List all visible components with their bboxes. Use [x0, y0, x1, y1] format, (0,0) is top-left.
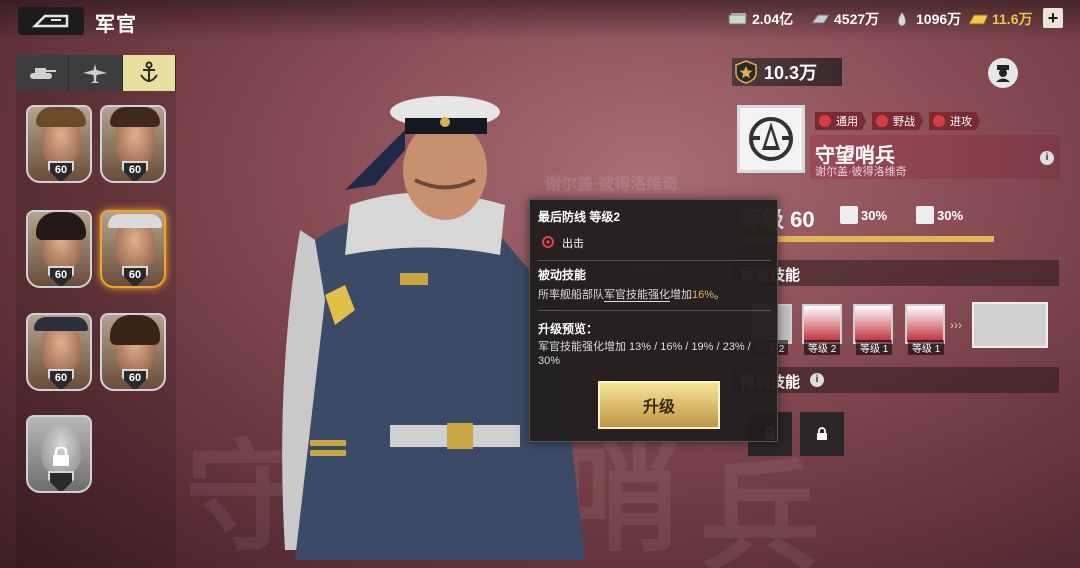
field-battle-tag-icon: [876, 115, 888, 127]
skill-slot[interactable]: [802, 304, 842, 344]
preview-heading: 升级预览：: [538, 322, 599, 336]
top-bar: 军官 2.04亿 4527万 1096万 11.6万 +: [0, 0, 1080, 40]
skill-tooltip: 最后防线 等级2 出击 被动技能 所率舰船部队军官技能强化增加16%。 升级预览…: [529, 199, 778, 442]
skill-slot[interactable]: [853, 304, 893, 344]
tag-label: 野战: [893, 116, 915, 128]
officer-level-badge: 60: [48, 161, 74, 181]
attack-tag-icon: [933, 115, 945, 127]
resource-gold-value: 11.6万: [992, 11, 1033, 27]
resource-oil[interactable]: 1096万: [892, 9, 961, 29]
skill-level: 等级 2: [804, 340, 841, 355]
officer-class-emblem: [737, 105, 805, 173]
tag-attack: 进攻: [929, 112, 980, 130]
shield-stat-icon: [916, 206, 934, 224]
passive-value: 16%: [692, 289, 715, 301]
officer-hair: [110, 107, 160, 127]
resource-steel[interactable]: 4527万: [810, 9, 879, 29]
general-tag-icon: [819, 115, 831, 127]
stat-attack: 30%: [840, 206, 887, 224]
officer-level-badge: 60: [122, 161, 148, 181]
skill-level: 等级 1: [856, 340, 893, 355]
info-icon[interactable]: i: [1040, 151, 1054, 165]
officer-card-locked[interactable]: [26, 415, 92, 493]
skill-chain-arrows-icon: ›››: [950, 318, 962, 332]
divider: [538, 310, 771, 311]
add-gold-button[interactable]: +: [1043, 8, 1063, 28]
tag-field-battle: 野战: [872, 112, 923, 130]
lock-icon: [53, 447, 69, 466]
skill-keyword-link[interactable]: 军官技能强化: [604, 289, 670, 302]
sortie-icon: [542, 236, 554, 248]
locked-skill-slot[interactable]: [800, 412, 844, 456]
stat-value: 30%: [937, 207, 964, 223]
officer-level-badge: 60: [48, 266, 74, 286]
power-value: 10.3万: [764, 63, 818, 83]
officer-hair: [36, 107, 86, 127]
tag-label: 进攻: [950, 116, 972, 128]
tab-navy[interactable]: [122, 55, 176, 91]
officer-profile-button[interactable]: [988, 58, 1018, 88]
tab-tank[interactable]: [16, 55, 70, 91]
plane-icon: [83, 64, 108, 83]
officer-card-selected[interactable]: 60: [100, 210, 166, 288]
skill-slot-anchor[interactable]: [905, 304, 945, 344]
skill-level: 等级 1: [908, 340, 945, 355]
star-badge-icon: [735, 60, 757, 84]
officer-name: 谢尔盖·彼得洛维奇: [815, 166, 907, 178]
officer-cap: [34, 317, 88, 331]
resource-gold[interactable]: 11.6万: [968, 9, 1032, 29]
tab-plane[interactable]: [69, 55, 123, 91]
officer-card[interactable]: 60: [26, 313, 92, 391]
experience-bar: [742, 236, 994, 242]
oil-barrel-icon: [892, 11, 912, 27]
officer-silhouette-icon: [996, 65, 1010, 82]
passive-heading: 被动技能: [538, 268, 587, 282]
resource-cash-value: 2.04亿: [752, 11, 794, 27]
sentinel-emblem-icon: [749, 117, 793, 161]
tag-label: 通用: [836, 116, 858, 128]
passive-text: 。: [714, 289, 726, 301]
officer-cap: [108, 214, 162, 228]
back-arrow-icon: [31, 14, 69, 28]
officer-hair: [110, 315, 160, 345]
officer-level-badge: [48, 471, 74, 491]
officer-card[interactable]: 60: [26, 105, 92, 183]
officer-card[interactable]: 60: [26, 210, 92, 288]
explosion-stat-icon: [840, 206, 858, 224]
tank-icon: [30, 68, 57, 79]
resource-steel-value: 4527万: [834, 11, 880, 27]
gold-bar-icon: [968, 11, 988, 27]
stat-defense: 30%: [916, 206, 963, 224]
anchor-icon: [139, 61, 158, 82]
cash-stack-icon: [728, 11, 748, 27]
passive-text: 所率舰船部队: [538, 289, 604, 301]
tooltip-title: 最后防线 等级2: [538, 210, 621, 224]
officer-list-panel: 60 60 60 60 60 60: [16, 55, 176, 568]
passive-text: 增加: [670, 289, 692, 301]
passive-description: 所率舰船部队军官技能强化增加16%。: [538, 288, 774, 302]
resource-cash[interactable]: 2.04亿: [728, 9, 793, 29]
officer-card[interactable]: 60: [100, 105, 166, 183]
divider: [538, 260, 771, 261]
resource-oil-value: 1096万: [916, 11, 962, 27]
officer-level-badge: 60: [122, 369, 148, 389]
stat-value: 30%: [861, 207, 888, 223]
officer-tags: 通用 野战 进攻: [815, 112, 980, 130]
officer-hair: [36, 212, 86, 240]
officer-level-badge: 60: [48, 369, 74, 389]
info-icon[interactable]: i: [810, 373, 824, 387]
officer-level-badge: 60: [122, 266, 148, 286]
back-button[interactable]: [18, 7, 84, 35]
tooltip-type: 出击: [562, 238, 584, 250]
steel-ingot-icon: [810, 11, 830, 27]
officer-card[interactable]: 60: [100, 313, 166, 391]
upgrade-button[interactable]: 升级: [598, 381, 720, 429]
preview-description: 军官技能强化增加 13% / 16% / 19% / 23% / 30%: [538, 341, 751, 367]
branch-tabs: [16, 55, 176, 91]
ultimate-skill-slot[interactable]: [972, 302, 1048, 348]
page-title: 军官: [95, 14, 137, 36]
tag-general: 通用: [815, 112, 866, 130]
lock-icon: [817, 427, 827, 440]
power-rating: 10.3万: [732, 58, 842, 86]
